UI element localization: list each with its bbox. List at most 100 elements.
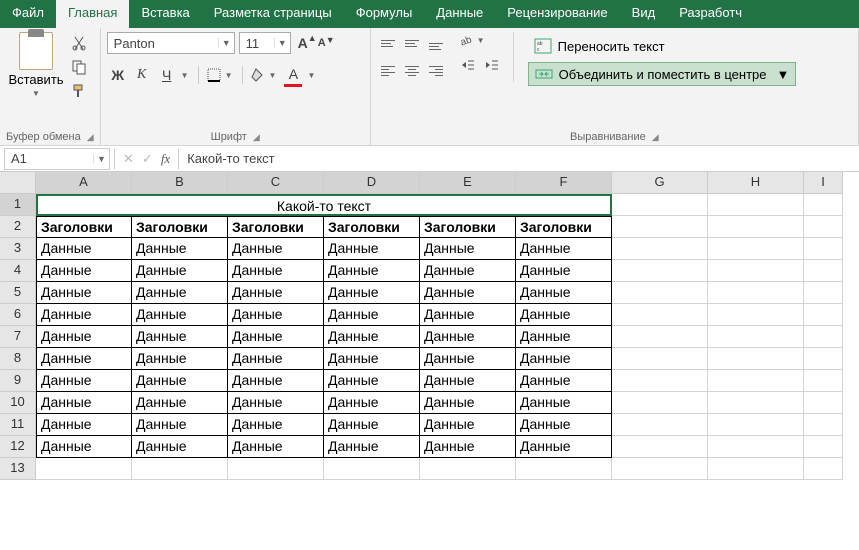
cell-H4[interactable] bbox=[708, 260, 804, 282]
menu-developer[interactable]: Разработч bbox=[667, 0, 754, 28]
enter-formula-button[interactable]: ✓ bbox=[142, 151, 153, 167]
align-right-button[interactable] bbox=[425, 60, 447, 82]
col-header-B[interactable]: B bbox=[132, 172, 228, 194]
col-header-D[interactable]: D bbox=[324, 172, 420, 194]
chevron-down-icon[interactable]: ▼ bbox=[474, 36, 488, 45]
col-header-H[interactable]: H bbox=[708, 172, 804, 194]
cell-H13[interactable] bbox=[708, 458, 804, 480]
cell-I4[interactable] bbox=[804, 260, 843, 282]
cell-A11[interactable]: Данные bbox=[36, 414, 132, 436]
menu-home[interactable]: Главная bbox=[56, 0, 129, 28]
cell-D3[interactable]: Данные bbox=[324, 238, 420, 260]
cell-C11[interactable]: Данные bbox=[228, 414, 324, 436]
col-header-C[interactable]: C bbox=[228, 172, 324, 194]
cell-D4[interactable]: Данные bbox=[324, 260, 420, 282]
cell-A13[interactable] bbox=[36, 458, 132, 480]
cell-I2[interactable] bbox=[804, 216, 843, 238]
cell-G10[interactable] bbox=[612, 392, 708, 414]
cell-D12[interactable]: Данные bbox=[324, 436, 420, 458]
cell-F2[interactable]: Заголовки bbox=[516, 216, 612, 238]
cell-E13[interactable] bbox=[420, 458, 516, 480]
copy-button[interactable] bbox=[70, 58, 88, 76]
chevron-down-icon[interactable]: ▼ bbox=[266, 71, 280, 80]
cell-D7[interactable]: Данные bbox=[324, 326, 420, 348]
cell-G11[interactable] bbox=[612, 414, 708, 436]
cell-I13[interactable] bbox=[804, 458, 843, 480]
cell-C10[interactable]: Данные bbox=[228, 392, 324, 414]
row-header-4[interactable]: 4 bbox=[0, 260, 36, 282]
col-header-E[interactable]: E bbox=[420, 172, 516, 194]
cell-A8[interactable]: Данные bbox=[36, 348, 132, 370]
row-header-6[interactable]: 6 bbox=[0, 304, 36, 326]
align-top-button[interactable] bbox=[377, 32, 399, 54]
cell-D10[interactable]: Данные bbox=[324, 392, 420, 414]
cell-I7[interactable] bbox=[804, 326, 843, 348]
increase-font-button[interactable]: A▲ bbox=[295, 35, 311, 51]
insert-function-button[interactable]: fx bbox=[161, 151, 170, 167]
borders-button[interactable]: ▼ bbox=[205, 67, 236, 83]
select-all-corner[interactable] bbox=[0, 172, 36, 194]
cell-C4[interactable]: Данные bbox=[228, 260, 324, 282]
col-header-F[interactable]: F bbox=[516, 172, 612, 194]
cell-B6[interactable]: Данные bbox=[132, 304, 228, 326]
cell-F13[interactable] bbox=[516, 458, 612, 480]
row-header-13[interactable]: 13 bbox=[0, 458, 36, 480]
cell-C13[interactable] bbox=[228, 458, 324, 480]
align-bottom-button[interactable] bbox=[425, 32, 447, 54]
clipboard-dialog-launcher[interactable]: ◢ bbox=[87, 132, 94, 143]
row-header-5[interactable]: 5 bbox=[0, 282, 36, 304]
cell-B11[interactable]: Данные bbox=[132, 414, 228, 436]
paste-button[interactable]: Вставить ▼ bbox=[6, 32, 66, 98]
chevron-down-icon[interactable]: ▼ bbox=[93, 154, 109, 164]
cell-F10[interactable]: Данные bbox=[516, 392, 612, 414]
row-header-12[interactable]: 12 bbox=[0, 436, 36, 458]
cell-E8[interactable]: Данные bbox=[420, 348, 516, 370]
cell-E2[interactable]: Заголовки bbox=[420, 216, 516, 238]
row-header-8[interactable]: 8 bbox=[0, 348, 36, 370]
cell-F3[interactable]: Данные bbox=[516, 238, 612, 260]
cell-A7[interactable]: Данные bbox=[36, 326, 132, 348]
decrease-indent-button[interactable] bbox=[457, 54, 479, 76]
cell-F12[interactable]: Данные bbox=[516, 436, 612, 458]
name-box[interactable]: A1 ▼ bbox=[4, 148, 110, 170]
format-painter-button[interactable] bbox=[70, 82, 88, 100]
font-dialog-launcher[interactable]: ◢ bbox=[253, 132, 260, 143]
cell-I5[interactable] bbox=[804, 282, 843, 304]
cell-H6[interactable] bbox=[708, 304, 804, 326]
increase-indent-button[interactable] bbox=[481, 54, 503, 76]
menu-formulas[interactable]: Формулы bbox=[344, 0, 425, 28]
menu-page-layout[interactable]: Разметка страницы bbox=[202, 0, 344, 28]
cell-A1-merged[interactable]: Какой-то текст bbox=[36, 194, 612, 216]
cell-A2[interactable]: Заголовки bbox=[36, 216, 132, 238]
cell-F7[interactable]: Данные bbox=[516, 326, 612, 348]
cell-I6[interactable] bbox=[804, 304, 843, 326]
cell-C2[interactable]: Заголовки bbox=[228, 216, 324, 238]
cell-E5[interactable]: Данные bbox=[420, 282, 516, 304]
chevron-down-icon[interactable]: ▼ bbox=[274, 38, 290, 48]
cell-C8[interactable]: Данные bbox=[228, 348, 324, 370]
cell-F5[interactable]: Данные bbox=[516, 282, 612, 304]
cell-I11[interactable] bbox=[804, 414, 843, 436]
cell-A10[interactable]: Данные bbox=[36, 392, 132, 414]
row-header-10[interactable]: 10 bbox=[0, 392, 36, 414]
cell-C3[interactable]: Данные bbox=[228, 238, 324, 260]
cell-B2[interactable]: Заголовки bbox=[132, 216, 228, 238]
cell-A3[interactable]: Данные bbox=[36, 238, 132, 260]
col-header-I[interactable]: I bbox=[804, 172, 843, 194]
row-header-9[interactable]: 9 bbox=[0, 370, 36, 392]
cell-D8[interactable]: Данные bbox=[324, 348, 420, 370]
cell-C9[interactable]: Данные bbox=[228, 370, 324, 392]
merge-center-button[interactable]: Объединить и поместить в центре ▼ bbox=[528, 62, 797, 86]
col-header-G[interactable]: G bbox=[612, 172, 708, 194]
align-left-button[interactable] bbox=[377, 60, 399, 82]
cell-G8[interactable] bbox=[612, 348, 708, 370]
cell-H5[interactable] bbox=[708, 282, 804, 304]
bold-button[interactable]: Ж bbox=[107, 64, 129, 86]
cell-B10[interactable]: Данные bbox=[132, 392, 228, 414]
fill-color-button[interactable]: ▼ bbox=[249, 67, 280, 83]
menu-file[interactable]: Файл bbox=[0, 0, 56, 28]
cell-D11[interactable]: Данные bbox=[324, 414, 420, 436]
cell-D13[interactable] bbox=[324, 458, 420, 480]
chevron-down-icon[interactable]: ▼ bbox=[218, 38, 234, 48]
cell-B8[interactable]: Данные bbox=[132, 348, 228, 370]
